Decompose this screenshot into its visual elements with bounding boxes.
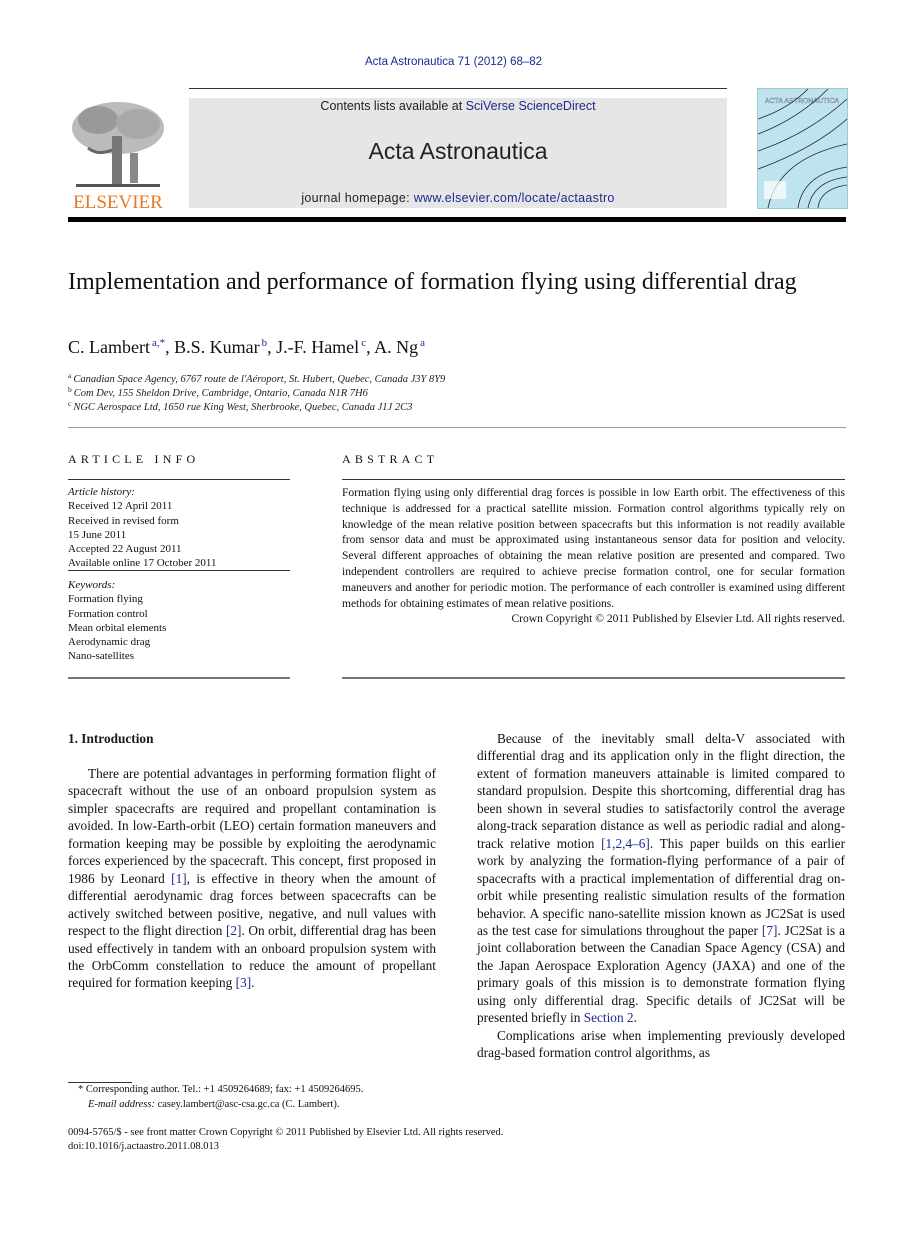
paragraph: Because of the inevitably small delta-V … [477, 731, 845, 1026]
keyword[interactable]: Aerodynamic drag [68, 635, 290, 649]
author-list: C. Lambert a,*, B.S. Kumar b, J.-F. Hamel c… [68, 337, 425, 357]
homepage-link[interactable]: www.elsevier.com/locate/actaastro [414, 191, 615, 205]
body-column-left: There are potential advantages in perfor… [68, 765, 436, 992]
doi[interactable]: doi:10.1016/j.actaastro.2011.08.013 [68, 1140, 503, 1154]
paragraph: Complications arise when implementing pr… [477, 1027, 845, 1061]
article-history: Article history: Received 12 April 2011 … [68, 485, 290, 571]
citation-link[interactable]: [1] [171, 871, 187, 886]
author[interactable]: C. Lambert [68, 337, 150, 357]
author-affiliation-marker[interactable]: a [420, 337, 425, 349]
divider [68, 427, 846, 428]
divider [342, 677, 845, 679]
section-link[interactable]: Section 2 [584, 1010, 634, 1025]
email-note: E-mail address: casey.lambert@asc-csa.gc… [88, 1099, 340, 1110]
history-label: Article history: [68, 486, 135, 498]
history-item: Received in revised form [68, 514, 179, 527]
keyword[interactable]: Formation flying [68, 592, 290, 606]
journal-banner: Contents lists available at SciVerse Sci… [189, 98, 727, 208]
journal-citation[interactable]: Acta Astronautica 71 (2012) 68–82 [0, 56, 907, 68]
author[interactable]: J.-F. Hamel [276, 337, 359, 357]
citation-link[interactable]: [1,2,4–6] [601, 836, 650, 851]
svg-text:ACTA ASTRONAUTICA: ACTA ASTRONAUTICA [765, 98, 839, 105]
cover-image-icon: ACTA ASTRONAUTICA [758, 89, 847, 208]
keyword[interactable]: Formation control [68, 607, 290, 621]
affiliation: c NGC Aerospace Ltd, 1650 rue King West, … [68, 399, 413, 413]
email-link[interactable]: casey.lambert@asc-csa.gc.ca (C. Lambert)… [158, 1099, 340, 1110]
keywords: Keywords: Formation flying Formation con… [68, 578, 290, 664]
citation-link[interactable]: [2] [226, 923, 242, 938]
sciencedirect-link[interactable]: SciVerse ScienceDirect [466, 99, 596, 113]
author[interactable]: B.S. Kumar [174, 337, 260, 357]
section-heading: 1. Introduction [68, 731, 154, 746]
history-item: Available online 17 October 2011 [68, 557, 217, 570]
header-thick-rule [68, 217, 846, 222]
journal-cover[interactable]: ACTA ASTRONAUTICA [757, 88, 848, 209]
citation-link[interactable]: [3] [236, 975, 252, 990]
elsevier-tree-icon: ELSEVIER [72, 102, 164, 213]
keyword[interactable]: Mean orbital elements [68, 621, 290, 635]
history-item: 15 June 2011 [68, 528, 127, 541]
abstract-heading: ABSTRACT [342, 452, 439, 466]
contents-line: Contents lists available at SciVerse Sci… [320, 99, 596, 113]
header-rule [189, 88, 727, 89]
article-info-heading: ARTICLE INFO [68, 452, 200, 466]
body-column-right: Because of the inevitably small delta-V … [477, 730, 845, 1062]
article-title: Implementation and performance of format… [68, 269, 797, 295]
history-item: Accepted 22 August 2011 [68, 543, 182, 556]
elsevier-wordmark: ELSEVIER [73, 192, 163, 210]
elsevier-logo[interactable]: ELSEVIER [68, 98, 168, 213]
author-affiliation-marker[interactable]: b [262, 337, 268, 349]
keyword[interactable]: Nano-satellites [68, 649, 290, 663]
journal-homepage: journal homepage: www.elsevier.com/locat… [301, 191, 615, 205]
abstract: Formation flying using only differential… [342, 486, 845, 628]
keywords-label: Keywords: [68, 579, 116, 591]
divider [68, 570, 290, 571]
corresponding-author-note: * Corresponding author. Tel.: +1 4509264… [78, 1084, 364, 1095]
paragraph: There are potential advantages in perfor… [68, 766, 436, 991]
divider [68, 479, 290, 480]
affiliation: b Com Dev, 155 Sheldon Drive, Cambridge, … [68, 385, 368, 399]
citation-link[interactable]: [7] [762, 923, 778, 938]
divider [342, 479, 845, 480]
issn-line: 0094-5765/$ - see front matter Crown Cop… [68, 1127, 504, 1138]
abstract-text: Formation flying using only differential… [342, 487, 845, 610]
author-affiliation-marker[interactable]: c [361, 337, 366, 349]
divider [68, 677, 290, 679]
history-item: Received 12 April 2011 [68, 500, 173, 513]
journal-name: Acta Astronautica [368, 138, 548, 164]
author[interactable]: A. Ng [374, 337, 418, 357]
front-matter: 0094-5765/$ - see front matter Crown Cop… [68, 1126, 503, 1154]
affiliation: a Canadian Space Agency, 6767 route de l'… [68, 371, 446, 385]
author-affiliation-marker[interactable]: a,* [152, 337, 165, 349]
abstract-copyright: Crown Copyright © 2011 Published by Else… [511, 613, 845, 626]
footnote-rule [68, 1082, 132, 1083]
